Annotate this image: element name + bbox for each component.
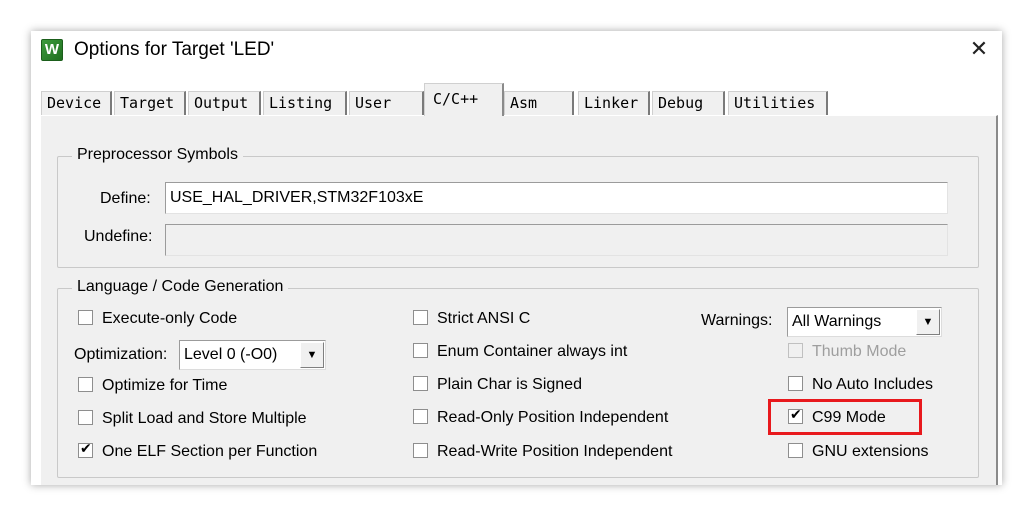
no-auto-includes-checkbox[interactable]: No Auto Includes — [788, 376, 933, 398]
window-title: Options for Target 'LED' — [74, 39, 275, 60]
optimize-time-box — [78, 377, 93, 392]
gnu-extensions-checkbox[interactable]: GNU extensions — [788, 443, 929, 465]
tab-utilities[interactable]: Utilities — [728, 91, 828, 115]
preprocessor-group: Preprocessor Symbols Define: USE_HAL_DRI… — [57, 146, 979, 268]
optimize-time-checkbox[interactable]: Optimize for Time — [78, 377, 227, 399]
preprocessor-group-title: Preprocessor Symbols — [72, 146, 243, 164]
plain-char-checkbox[interactable]: Plain Char is Signed — [413, 376, 582, 398]
tab-output[interactable]: Output — [188, 91, 261, 115]
title-bar: W Options for Target 'LED' ✕ — [31, 31, 1002, 71]
thumb-mode-checkbox: Thumb Mode — [788, 343, 906, 365]
strict-ansi-box — [413, 310, 428, 325]
tab-c-cpp[interactable]: C/C++ — [424, 83, 504, 116]
tab-user[interactable]: User — [349, 91, 424, 115]
warnings-label: Warnings: — [701, 312, 773, 329]
tab-device[interactable]: Device — [41, 91, 112, 115]
language-group: Language / Code Generation Execute-only … — [57, 278, 979, 478]
enum-container-checkbox[interactable]: Enum Container always int — [413, 343, 627, 365]
no-auto-includes-box — [788, 376, 803, 391]
tab-asm[interactable]: Asm — [504, 91, 574, 115]
ro-pi-box — [413, 409, 428, 424]
tab-strip: Device Target Output Listing User C/C++ … — [31, 83, 1002, 116]
chevron-down-icon[interactable]: ▼ — [916, 309, 940, 335]
tab-linker[interactable]: Linker — [578, 91, 650, 115]
tab-debug[interactable]: Debug — [652, 91, 725, 115]
thumb-mode-box — [788, 343, 803, 358]
warnings-select[interactable]: All Warnings ▼ — [787, 307, 942, 337]
close-icon[interactable]: ✕ — [964, 35, 994, 65]
optimization-label: Optimization: — [74, 346, 168, 363]
language-group-title: Language / Code Generation — [72, 278, 289, 296]
one-elf-box — [78, 440, 93, 458]
optimization-select[interactable]: Level 0 (-O0) ▼ — [179, 340, 326, 370]
options-dialog: W Options for Target 'LED' ✕ Device Targ… — [31, 31, 1002, 485]
split-load-box — [78, 410, 93, 425]
define-field[interactable]: USE_HAL_DRIVER,STM32F103xE — [165, 182, 948, 214]
undefine-label: Undefine: — [84, 228, 153, 245]
undefine-field[interactable] — [165, 224, 948, 256]
rw-pi-checkbox[interactable]: Read-Write Position Independent — [413, 443, 672, 465]
app-icon: W — [41, 39, 63, 61]
rw-pi-box — [413, 443, 428, 458]
execute-only-box — [78, 310, 93, 325]
c99-mode-box — [788, 406, 803, 424]
tab-listing[interactable]: Listing — [263, 91, 347, 115]
split-load-checkbox[interactable]: Split Load and Store Multiple — [78, 410, 307, 432]
tab-target[interactable]: Target — [114, 91, 186, 115]
c-cpp-panel: Preprocessor Symbols Define: USE_HAL_DRI… — [41, 115, 998, 485]
execute-only-checkbox[interactable]: Execute-only Code — [78, 310, 237, 332]
plain-char-box — [413, 376, 428, 391]
gnu-extensions-box — [788, 443, 803, 458]
chevron-down-icon[interactable]: ▼ — [300, 342, 324, 368]
enum-container-box — [413, 343, 428, 358]
c99-mode-checkbox[interactable]: C99 Mode — [788, 406, 886, 431]
ro-pi-checkbox[interactable]: Read-Only Position Independent — [413, 409, 668, 431]
one-elf-checkbox[interactable]: One ELF Section per Function — [78, 440, 317, 465]
strict-ansi-checkbox[interactable]: Strict ANSI C — [413, 310, 530, 332]
define-label: Define: — [100, 190, 151, 207]
